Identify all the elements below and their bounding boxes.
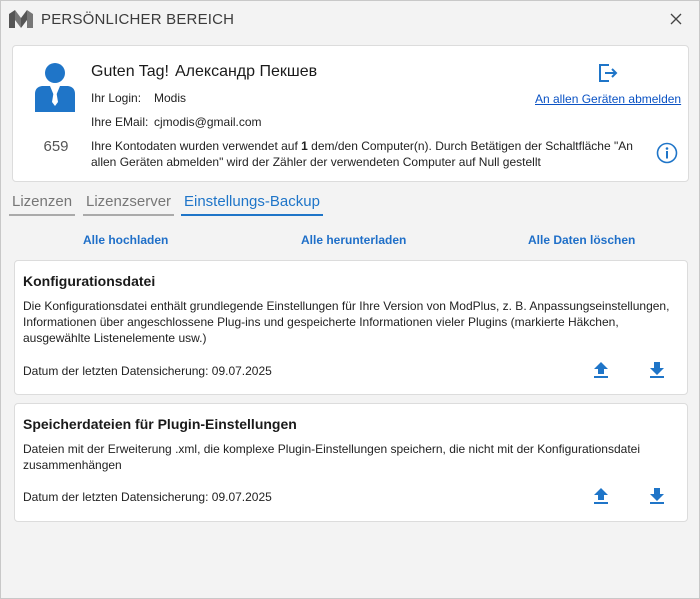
usage-description: Ihre Kontodaten wurden verwendet auf 1 d… [91, 138, 636, 170]
download-all-button[interactable]: Alle herunterladen [301, 233, 406, 247]
section-description: Die Konfigurationsdatei enthält grundleg… [23, 299, 670, 345]
login-label: Ihr Login: [91, 91, 142, 105]
user-info-card: 659 Guten Tag! Александр Пекшев Ihr Login… [12, 45, 689, 182]
logout-icon[interactable] [597, 62, 619, 84]
plugin-settings-section: Speicherdateien für Plugin-Einstellungen… [14, 403, 688, 522]
last-backup-date: Datum der letzten Datensicherung: 09.07.… [23, 364, 272, 378]
section-title: Konfigurationsdatei [23, 273, 156, 289]
upload-all-button[interactable]: Alle hochladen [83, 233, 168, 247]
delete-all-data-button[interactable]: Alle Daten löschen [528, 233, 635, 247]
user-avatar-icon [35, 63, 75, 112]
email-row: Ihre EMail: cjmodis@gmail.com [91, 115, 262, 129]
close-icon [670, 13, 682, 25]
login-value: Modis [154, 91, 187, 105]
usage-text-start: Ihre Kontodaten wurden verwendet auf [91, 139, 302, 153]
email-label: Ihre EMail: [91, 115, 149, 129]
download-icon[interactable] [647, 486, 667, 506]
login-row: Ihr Login: Modis [91, 91, 186, 105]
logout-all-devices-link[interactable]: An allen Geräten abmelden [535, 92, 681, 106]
usage-count: 1 [301, 139, 308, 153]
tab-settings-backup[interactable]: Einstellungs-Backup [181, 193, 323, 216]
window-title: PERSÖNLICHER BEREICH [41, 11, 235, 28]
download-icon[interactable] [647, 360, 667, 380]
close-button[interactable] [663, 7, 689, 31]
section-title: Speicherdateien für Plugin-Einstellungen [23, 416, 297, 432]
section-description: Dateien mit der Erweiterung .xml, die ko… [23, 442, 640, 472]
config-file-section: Konfigurationsdatei Die Konfigurationsda… [14, 260, 688, 395]
title-bar: PERSÖNLICHER BEREICH [1, 1, 699, 37]
upload-icon[interactable] [591, 360, 611, 380]
greeting: Guten Tag! Александр Пекшев [91, 63, 317, 81]
user-name: Александр Пекшев [174, 63, 318, 80]
computer-counter: 659 [43, 138, 69, 155]
greeting-text: Guten Tag! [91, 63, 169, 80]
upload-icon[interactable] [591, 486, 611, 506]
tab-licenses[interactable]: Lizenzen [9, 193, 76, 216]
info-icon[interactable] [656, 142, 678, 164]
email-value: cjmodis@gmail.com [154, 115, 262, 129]
last-backup-date: Datum der letzten Datensicherung: 09.07.… [23, 490, 272, 504]
modplus-logo-icon [9, 10, 33, 28]
tab-license-server[interactable]: Lizenzserver [83, 193, 175, 216]
personal-area-window: PERSÖNLICHER BEREICH 659 Guten Tag! Алекс… [0, 0, 700, 599]
